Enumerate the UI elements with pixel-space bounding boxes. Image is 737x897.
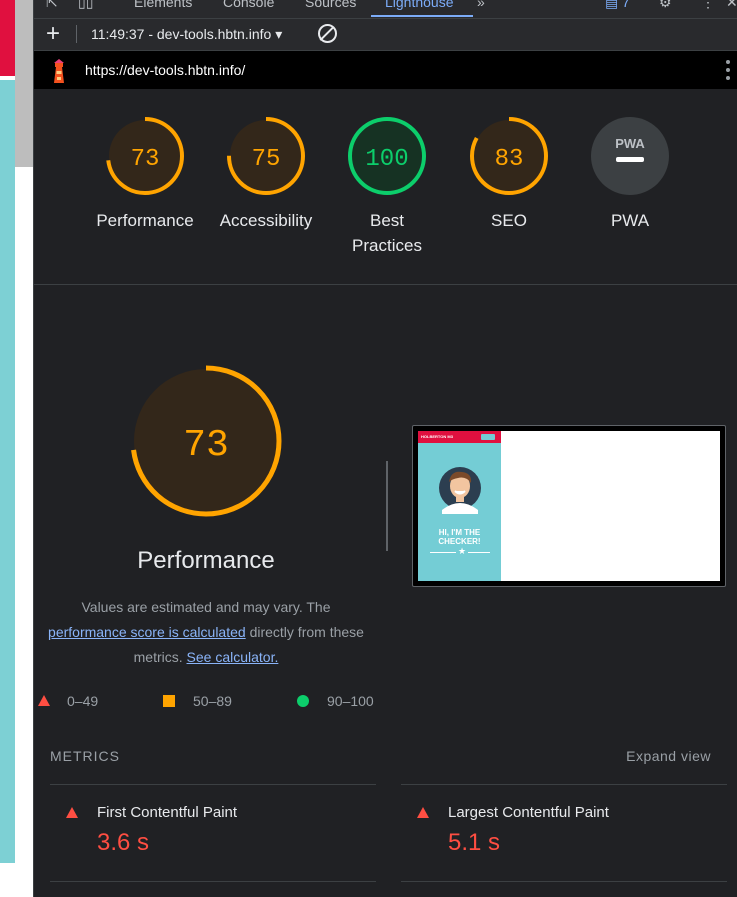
gauge-seo-score: 83 — [495, 146, 524, 173]
performance-title: Performance — [137, 547, 275, 574]
gauge-best-practices-label: Best Practices — [352, 211, 422, 255]
performance-big-gauge: 73 — [130, 365, 282, 517]
active-tab-indicator — [371, 15, 473, 17]
tab-lighthouse[interactable]: Lighthouse — [385, 0, 454, 10]
gauge-pwa-label: PWA — [610, 211, 650, 230]
close-icon[interactable]: ✕ — [726, 0, 737, 11]
page-left-edge — [0, 0, 15, 897]
screenshot-heading: HI, I'M THE CHECKER! — [438, 528, 481, 546]
performance-description: Values are estimated and may vary. The p… — [48, 599, 364, 665]
gauge-seo[interactable]: 83 SEO — [454, 116, 564, 233]
report-menu-icon[interactable] — [726, 60, 730, 84]
issues-icon[interactable]: ▤ — [605, 0, 618, 11]
avatar-illustration-icon — [439, 467, 481, 514]
inspect-icon[interactable]: ⇱ — [46, 0, 58, 11]
gauge-best-practices-ring: 100 — [348, 117, 426, 195]
report-selector[interactable]: 11:49:37 - dev-tools.hbtn.info ▾ — [91, 26, 282, 43]
report-url-bar: https://dev-tools.hbtn.info/ — [34, 51, 737, 89]
square-icon — [163, 695, 175, 707]
pwa-badge-icon: PWA — [591, 117, 669, 195]
triangle-icon — [38, 695, 50, 706]
legend-fail: 0–49 — [38, 693, 98, 709]
tab-console[interactable]: Console — [223, 0, 274, 10]
see-calculator-link[interactable]: See calculator. — [187, 649, 279, 665]
gauge-best-practices-score: 100 — [365, 146, 408, 173]
expand-view-button[interactable]: Expand view — [626, 748, 711, 764]
gauge-accessibility-ring: 75 — [227, 117, 305, 195]
star-icon: ★ — [456, 546, 469, 556]
tab-sources[interactable]: Sources — [305, 0, 356, 10]
metric-value: 3.6 s — [97, 829, 150, 856]
report-url[interactable]: https://dev-tools.hbtn.info/ — [85, 62, 245, 78]
gauge-performance-score: 73 — [131, 146, 160, 173]
lighthouse-logo-icon — [54, 59, 64, 83]
device-toolbar-icon[interactable]: ▯▯ — [78, 0, 93, 11]
score-calculated-link[interactable]: performance score is calculated — [48, 624, 246, 640]
metric-value: 5.1 s — [448, 829, 501, 856]
gauge-best-practices[interactable]: 100 Best Practices — [332, 116, 442, 258]
svg-text:PWA: PWA — [615, 136, 645, 151]
more-options-icon[interactable]: ⋮ — [701, 0, 715, 11]
metric-name: First Contentful Paint — [97, 804, 238, 821]
metric-first-contentful-paint: First Contentful Paint 3.6 s — [50, 784, 376, 882]
dropdown-caret-icon: ▾ — [275, 26, 283, 42]
circle-icon — [297, 695, 309, 707]
performance-section: 73 Performance Values are estimated and … — [34, 285, 737, 897]
gauge-performance-ring: 73 — [106, 117, 184, 195]
fail-triangle-icon — [417, 807, 429, 818]
performance-score: 73 — [183, 424, 229, 467]
fail-triangle-icon — [66, 807, 78, 818]
report-selector-label: 11:49:37 - dev-tools.hbtn.info — [91, 26, 272, 42]
gauge-seo-ring: 83 — [470, 117, 548, 195]
screenshot-brand: HOLBERTON M3 — [421, 434, 453, 439]
gauge-accessibility-label: Accessibility — [219, 211, 313, 230]
metrics-heading: METRICS — [50, 748, 120, 764]
new-report-plus-icon[interactable]: + — [46, 20, 60, 48]
page-body-strip — [0, 80, 15, 863]
page-scrollbar[interactable] — [15, 0, 33, 897]
devtools-tabbar: ⇱ ▯▯ Elements Console Sources Lighthouse… — [34, 0, 737, 19]
category-gauges: 73 Performance 75 Accessibility 100 Best… — [34, 90, 737, 285]
devtools-panel: ⇱ ▯▯ Elements Console Sources Lighthouse… — [33, 0, 737, 897]
settings-gear-icon[interactable]: ⚙ — [659, 0, 672, 11]
gauge-accessibility[interactable]: 75 Accessibility — [211, 116, 321, 233]
gauge-performance-label: Performance — [96, 211, 194, 230]
clear-reports-icon[interactable] — [318, 24, 337, 43]
issues-count[interactable]: 7 — [622, 0, 630, 10]
gauge-performance[interactable]: 73 Performance — [90, 116, 200, 233]
metric-name: Largest Contentful Paint — [448, 804, 609, 821]
page-header-strip — [0, 0, 15, 76]
lighthouse-toolbar: + 11:49:37 - dev-tools.hbtn.info ▾ — [34, 19, 737, 51]
final-screenshot-thumbnail[interactable]: HOLBERTON M3 HI, I'M THE CHECKER! ★ — [412, 425, 726, 587]
gauge-accessibility-score: 75 — [252, 146, 281, 173]
metric-largest-contentful-paint: Largest Contentful Paint 5.1 s — [401, 784, 727, 882]
legend-pass: 90–100 — [297, 693, 374, 709]
more-tabs-icon[interactable]: » — [477, 0, 485, 10]
gauge-seo-label: SEO — [491, 211, 527, 230]
tab-elements[interactable]: Elements — [134, 0, 192, 10]
gauge-pwa[interactable]: PWA PWA — [575, 116, 685, 233]
legend-average: 50–89 — [163, 693, 232, 709]
